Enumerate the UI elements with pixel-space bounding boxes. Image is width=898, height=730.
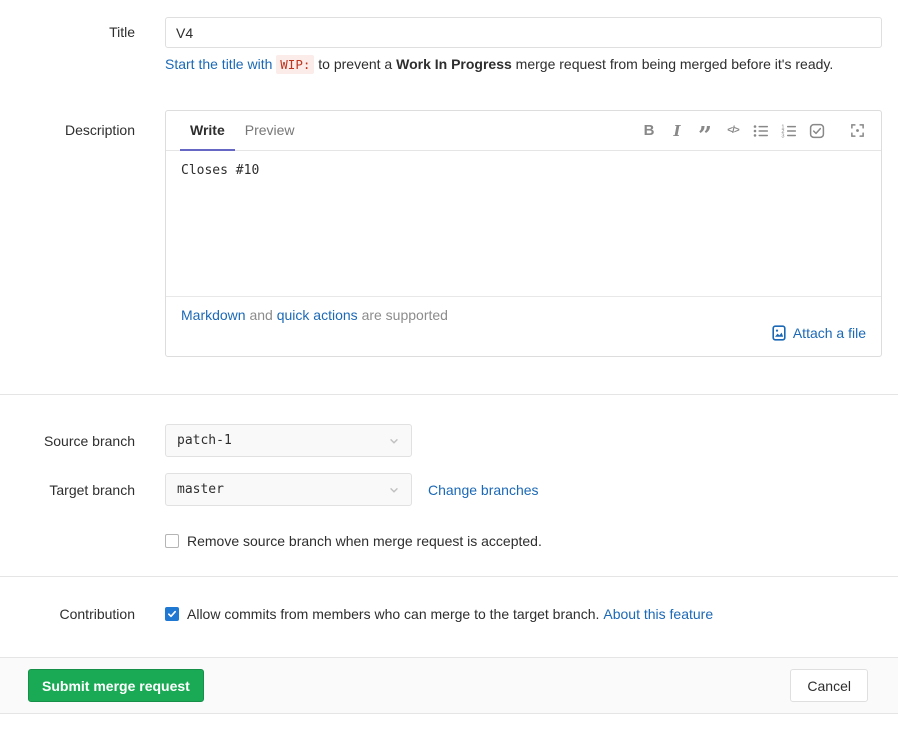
attach-file-icon [771,325,787,341]
markdown-editor-footer: Markdown and quick actions are supported… [166,296,881,356]
target-branch-label: Target branch [49,481,135,498]
markdown-help-link[interactable]: Markdown [181,307,246,323]
description-textarea[interactable]: Closes #10 [166,151,881,296]
target-branch-value: master [177,482,224,497]
contribution-label: Contribution [59,606,136,622]
attach-file-label: Attach a file [792,325,866,341]
cancel-button[interactable]: Cancel [790,669,868,702]
quote-icon[interactable]: ” [697,122,713,147]
chevron-down-icon [388,435,400,447]
divider [0,394,898,395]
wip-hint-link[interactable]: Start the title with [165,56,272,72]
support-and-text: and [249,307,273,323]
remove-source-branch-row: Remove source branch when merge request … [0,533,898,549]
change-branches-link[interactable]: Change branches [428,482,539,498]
remove-source-branch-checkbox[interactable] [165,534,179,548]
hint-text-end: merge request from being merged before i… [515,56,834,72]
wip-code-badge: WIP: [276,55,315,74]
chevron-down-icon [388,484,400,496]
svg-text:3: 3 [781,133,784,139]
markdown-toolbar: B I ” </> 123 [641,122,865,147]
fullscreen-icon[interactable] [849,122,865,140]
support-end-text: are supported [361,307,448,323]
description-label: Description [64,122,135,138]
contribution-row: Contribution Allow commits from members … [0,606,898,622]
remove-source-branch-label: Remove source branch when merge request … [187,533,542,549]
target-branch-dropdown[interactable]: master [165,473,412,506]
markdown-support-text: Markdown and quick actions are supported [181,307,866,323]
divider [0,576,898,577]
allow-commits-label: Allow commits from members who can merge… [187,606,600,622]
about-this-feature-link[interactable]: About this feature [603,606,713,622]
source-branch-row: Source branch patch-1 [0,424,898,457]
title-label: Title [109,24,135,40]
form-actions-bar: Submit merge request Cancel [0,657,898,714]
title-row: Title Start the title with WIP: to preve… [0,17,898,74]
allow-commits-checkbox[interactable] [165,607,179,621]
bullet-list-icon[interactable] [753,122,769,140]
markdown-editor-header: Write Preview B I ” </> 123 [166,111,881,151]
target-branch-row: Target branch master Change branches [0,473,898,506]
source-branch-label: Source branch [43,432,135,449]
hint-text-bold: Work In Progress [396,56,512,72]
italic-icon[interactable]: I [669,122,685,140]
markdown-editor: Write Preview B I ” </> 123 Closes #10 M… [165,110,882,357]
description-row: Description Write Preview B I ” </> 1 2 … [0,110,898,357]
hint-text-middle: to prevent a [318,56,393,72]
source-branch-value: patch-1 [177,433,232,448]
bold-icon[interactable]: B [641,122,657,140]
merge-request-form: Title Start the title with WIP: to preve… [0,0,898,714]
tab-preview[interactable]: Preview [235,111,305,150]
title-hint: Start the title with WIP: to prevent a W… [165,55,882,74]
numbered-list-icon[interactable]: 123 [781,122,797,140]
tab-write[interactable]: Write [180,111,235,151]
task-list-icon[interactable] [809,122,825,140]
code-icon[interactable]: </> [725,122,741,140]
source-branch-dropdown[interactable]: patch-1 [165,424,412,457]
submit-merge-request-button[interactable]: Submit merge request [28,669,204,702]
attach-file-link[interactable]: Attach a file [771,325,866,341]
title-input[interactable] [165,17,882,48]
quick-actions-help-link[interactable]: quick actions [277,307,358,323]
